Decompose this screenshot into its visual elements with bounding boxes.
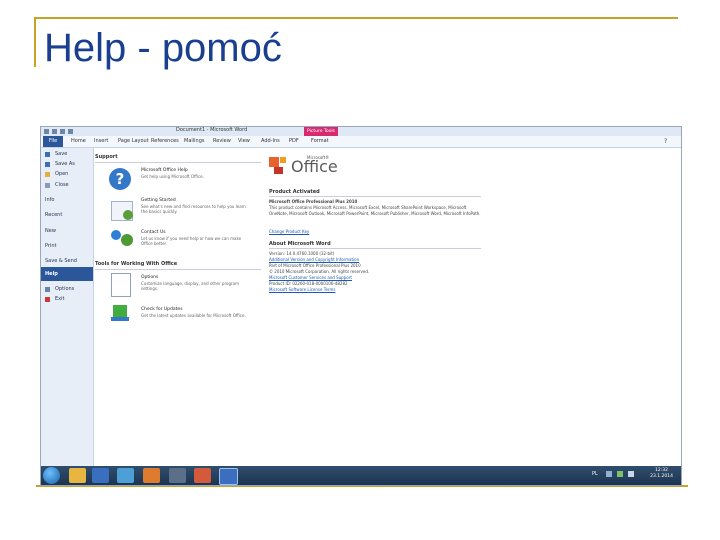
getting-started-badge-icon	[123, 210, 133, 220]
picture-tools-context-tab: Picture Tools	[304, 127, 338, 136]
support-header: Support	[95, 154, 118, 160]
start-button-icon[interactable]	[43, 467, 60, 484]
nav-save-as[interactable]: Save As	[55, 161, 75, 167]
contact-globe-icon	[121, 234, 133, 246]
update-tray-icon	[111, 317, 129, 321]
tab-file[interactable]: File	[43, 136, 63, 147]
tab-mailings[interactable]: Mailings	[184, 138, 205, 144]
contact-us-desc: Let us know if you need help or how we c…	[141, 236, 242, 246]
top-border-line	[36, 17, 678, 19]
nav-save[interactable]: Save	[55, 151, 67, 157]
nav-help-selected[interactable]: Help	[41, 267, 93, 281]
options-icon	[45, 287, 50, 292]
slide-title: Help - pomoć	[44, 26, 282, 70]
chrome-taskbar-icon[interactable]	[117, 468, 134, 483]
product-activated-header: Product Activated	[269, 189, 320, 195]
tab-references[interactable]: References	[151, 138, 179, 144]
options-title[interactable]: Options	[141, 275, 158, 280]
tab-view[interactable]: View	[238, 138, 250, 144]
network-icon[interactable]	[617, 471, 623, 477]
office-help-title[interactable]: Microsoft Office Help	[141, 168, 188, 173]
app-taskbar-icon[interactable]	[169, 468, 186, 483]
getting-started-title[interactable]: Getting Started	[141, 198, 176, 203]
title-bar: Document1 - Microsoft Word Picture Tools…	[41, 127, 681, 146]
ribbon-tabs: File Home Insert Page Layout References …	[41, 136, 681, 148]
office-logo-icon	[269, 157, 279, 167]
divider	[95, 269, 261, 270]
customer-support-link[interactable]: Microsoft Customer Services and Support	[269, 275, 352, 280]
nav-exit[interactable]: Exit	[55, 296, 64, 302]
exit-icon	[45, 297, 50, 302]
check-updates-desc: Get the latest updates available for Mic…	[141, 313, 246, 318]
check-updates-title[interactable]: Check for Updates	[141, 307, 183, 312]
taskbar-clock[interactable]: 12:32 23.1.2014	[650, 468, 673, 480]
nav-help: Help	[45, 271, 58, 277]
nav-new[interactable]: New	[45, 228, 56, 234]
license-terms-link[interactable]: Microsoft Software License Terms	[269, 287, 336, 292]
clock-date: 23.1.2014	[650, 474, 673, 479]
powerpoint-taskbar-icon[interactable]	[194, 468, 211, 483]
nav-print[interactable]: Print	[45, 243, 57, 249]
nav-recent[interactable]: Recent	[45, 212, 62, 218]
nav-close[interactable]: Close	[55, 182, 69, 188]
tab-insert[interactable]: Insert	[94, 138, 108, 144]
getting-started-desc: See what's new and find resources to hel…	[141, 204, 246, 214]
options-document-icon	[111, 273, 131, 297]
open-folder-icon	[45, 172, 50, 177]
help-question-icon[interactable]: ?	[664, 138, 667, 145]
options-desc: Customize language, display, and other p…	[141, 281, 239, 291]
close-document-icon	[45, 183, 50, 188]
tray-arrow-icon[interactable]	[606, 471, 612, 477]
nav-info[interactable]: Info	[45, 197, 54, 203]
backstage-nav: Save Save As Open Close Info Recent New …	[41, 148, 94, 466]
explorer-taskbar-icon[interactable]	[69, 468, 86, 483]
volume-icon[interactable]	[628, 471, 634, 477]
nav-save-send[interactable]: Save & Send	[45, 258, 77, 264]
divider	[269, 196, 481, 197]
tab-page-layout[interactable]: Page Layout	[118, 138, 149, 144]
language-indicator[interactable]: PL	[592, 471, 598, 477]
divider	[95, 162, 261, 163]
office-logo-text: Office	[291, 157, 338, 176]
tab-review[interactable]: Review	[213, 138, 231, 144]
change-product-key-link[interactable]: Change Product Key	[269, 229, 309, 234]
contact-us-title[interactable]: Contact Us	[141, 230, 166, 235]
left-border-line	[34, 17, 36, 67]
contact-person-icon	[111, 230, 121, 240]
firefox-taskbar-icon[interactable]	[143, 468, 160, 483]
help-question-icon: ?	[109, 168, 131, 190]
tab-add-ins[interactable]: Add-Ins	[261, 138, 280, 144]
save-icon	[45, 152, 50, 157]
tools-header: Tools for Working With Office	[95, 261, 178, 267]
tab-pdf[interactable]: PDF	[289, 138, 299, 144]
nav-options[interactable]: Options	[55, 286, 74, 292]
product-contains: This product contains Microsoft Access, …	[269, 205, 481, 216]
word-app-icon[interactable]	[44, 129, 49, 134]
redo-icon[interactable]	[68, 129, 73, 134]
tab-format[interactable]: Format	[311, 138, 329, 144]
office-logo-piece-icon	[280, 157, 286, 163]
window-title: Document1 - Microsoft Word	[176, 127, 248, 133]
undo-icon[interactable]	[60, 129, 65, 134]
office-help-desc: Get help using Microsoft Office.	[141, 174, 204, 179]
nav-open[interactable]: Open	[55, 171, 68, 177]
word-taskbar-icon[interactable]	[219, 468, 238, 485]
windows-taskbar: PL 12:32 23.1.2014	[41, 466, 681, 485]
about-word-header: About Microsoft Word	[269, 241, 331, 247]
additional-version-link[interactable]: Additional Version and Copyright Informa…	[269, 257, 359, 262]
update-arrow-icon	[113, 305, 127, 317]
media-player-taskbar-icon[interactable]	[92, 468, 109, 483]
quick-save-icon[interactable]	[52, 129, 57, 134]
office-logo-piece-icon	[274, 167, 283, 174]
word-window-screenshot: Document1 - Microsoft Word Picture Tools…	[40, 126, 682, 486]
tab-home[interactable]: Home	[71, 138, 86, 144]
save-as-icon	[45, 162, 50, 167]
divider	[269, 248, 481, 249]
